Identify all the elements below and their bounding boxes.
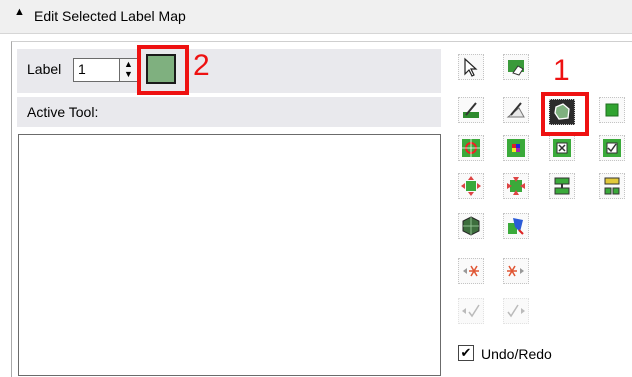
prev-slice-icon[interactable]	[458, 258, 484, 284]
collapse-icon[interactable]: ▲	[14, 6, 25, 18]
next-slice-icon[interactable]	[503, 258, 529, 284]
label-caption: Label	[27, 61, 62, 77]
mesh-icon[interactable]	[458, 213, 484, 239]
keep-island-icon[interactable]	[599, 135, 625, 161]
undo-redo-checkbox[interactable]: ✔	[458, 345, 474, 361]
panel-title: Edit Selected Label Map	[34, 8, 186, 24]
dilate-icon[interactable]	[458, 173, 484, 199]
callout-highlight-1	[541, 92, 589, 136]
undo-check-icon[interactable]	[458, 298, 484, 324]
redo-check-icon[interactable]	[503, 298, 529, 324]
callout-number-2: 2	[193, 49, 210, 82]
threshold-brush-icon[interactable]	[503, 97, 529, 123]
callout-number-1: 1	[553, 54, 570, 87]
remove-island-icon[interactable]	[549, 135, 575, 161]
square-icon[interactable]	[599, 97, 625, 123]
label-spinner[interactable]: ▲ ▼	[120, 58, 138, 82]
spin-down-icon[interactable]: ▼	[120, 69, 137, 79]
erode-icon[interactable]	[503, 173, 529, 199]
label-input[interactable]: 1	[73, 58, 120, 82]
seed-grow-icon[interactable]	[458, 135, 484, 161]
active-tool-label: Active Tool:	[27, 104, 99, 120]
split-icon[interactable]	[599, 173, 625, 199]
undo-redo-label: Undo/Redo	[481, 346, 552, 362]
callout-highlight-2	[137, 45, 189, 95]
merge-icon[interactable]	[549, 173, 575, 199]
eraser-icon[interactable]	[503, 54, 529, 80]
morph-icon[interactable]	[503, 213, 529, 239]
spin-up-icon[interactable]: ▲	[120, 59, 137, 69]
active-tool-options-area	[18, 134, 441, 376]
multi-color-icon[interactable]	[503, 135, 529, 161]
paint-brush-icon[interactable]	[458, 97, 484, 123]
pointer-icon[interactable]	[458, 54, 484, 80]
